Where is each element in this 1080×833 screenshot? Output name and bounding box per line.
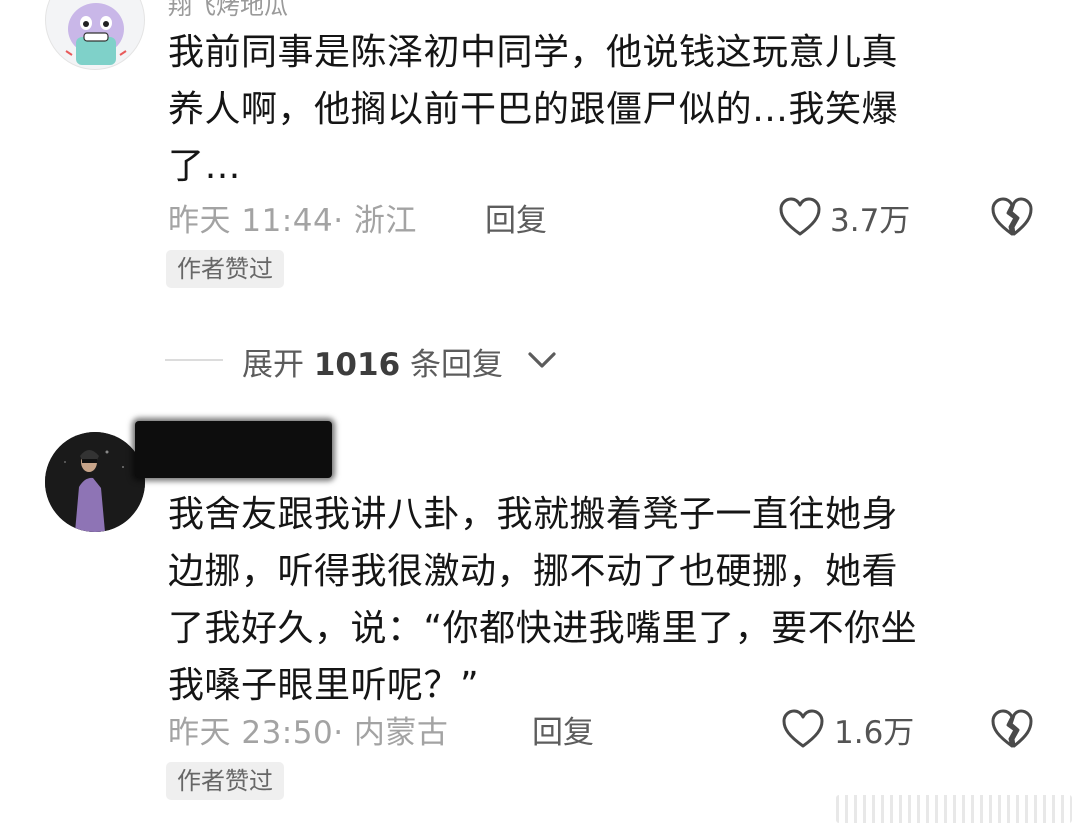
- expand-replies-button[interactable]: 展开 1016 条回复: [242, 339, 503, 384]
- cartoon-avatar-image: [65, 3, 127, 65]
- author-liked-badge: 作者赞过: [166, 250, 284, 288]
- chevron-down-icon[interactable]: [525, 345, 559, 375]
- author-liked-badge: 作者赞过: [166, 762, 284, 800]
- heart-outline-icon[interactable]: [781, 709, 825, 749]
- comment-meta: 昨天 11:44· 浙江: [168, 203, 417, 239]
- like-count: 1.6万: [834, 715, 915, 751]
- expand-suffix: 条回复: [410, 347, 503, 383]
- reply-count: 1016: [313, 347, 401, 383]
- avatar[interactable]: [45, 432, 145, 532]
- broken-heart-icon[interactable]: [990, 197, 1034, 237]
- expand-divider: [165, 359, 223, 361]
- watermark: [836, 795, 1072, 823]
- reply-button[interactable]: 回复: [485, 195, 547, 240]
- reply-button[interactable]: 回复: [532, 707, 594, 752]
- like-count: 3.7万: [830, 203, 911, 239]
- avatar[interactable]: [45, 0, 145, 70]
- redacted-username: [135, 421, 332, 478]
- heart-outline-icon[interactable]: [778, 197, 822, 237]
- comment-text: 我前同事是陈泽初中同学，他说钱这玩意儿真 养人啊，他搁以前干巴的跟僵尸似的…我笑…: [168, 32, 899, 187]
- expand-prefix: 展开: [242, 347, 304, 383]
- comment-text: 我舍友跟我讲八卦，我就搬着凳子一直往她身 边挪，听得我很激动，挪不动了也硬挪，她…: [168, 494, 918, 706]
- broken-heart-icon[interactable]: [990, 709, 1034, 749]
- comment-meta: 昨天 23:50· 内蒙古: [168, 715, 449, 751]
- photo-avatar-image: [45, 432, 145, 532]
- username[interactable]: 翔飞烤地瓜: [168, 0, 288, 21]
